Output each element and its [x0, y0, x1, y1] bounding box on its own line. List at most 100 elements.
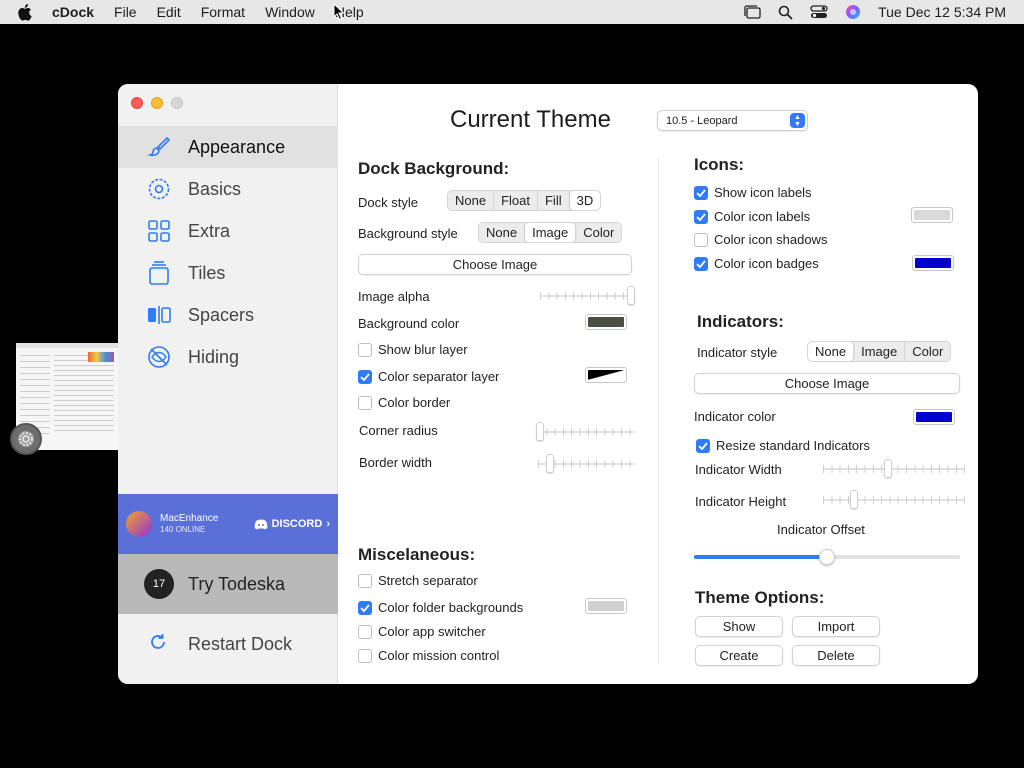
dock-style-float[interactable]: Float	[494, 191, 538, 210]
slider-knob[interactable]	[884, 459, 892, 478]
slider-knob[interactable]	[819, 549, 835, 565]
indicator-height-slider[interactable]	[823, 490, 965, 509]
minimize-button[interactable]	[151, 97, 163, 109]
dock-style-3d[interactable]: 3D	[569, 191, 601, 210]
menu-file[interactable]: File	[114, 4, 137, 20]
sidebar: Appearance Basics Extra Tiles Spacers Hi…	[118, 84, 338, 684]
todeska-label: Try Todeska	[188, 573, 286, 594]
image-alpha-slider[interactable]	[540, 286, 635, 305]
show-icon-labels-checkbox[interactable]: Show icon labels	[694, 185, 812, 200]
bg-style-none[interactable]: None	[479, 223, 526, 242]
stretch-separator-checkbox[interactable]: Stretch separator	[358, 573, 478, 588]
checkbox-label: Stretch separator	[378, 573, 478, 588]
delete-theme-button[interactable]: Delete	[792, 645, 880, 666]
theme-select[interactable]: 10.5 - Leopard ▲ ▼	[657, 110, 808, 131]
color-icon-badges-checkbox[interactable]: Color icon badges	[694, 256, 819, 271]
zoom-button[interactable]	[171, 97, 183, 109]
sidebar-nav: Appearance Basics Extra Tiles Spacers Hi…	[118, 126, 338, 378]
color-mission-control-checkbox[interactable]: Color mission control	[358, 648, 499, 663]
menu-app-name[interactable]: cDock	[52, 4, 94, 20]
icon-badge-color-well[interactable]	[912, 255, 954, 271]
indicator-color-label: Indicator color	[694, 409, 776, 424]
indicator-style-color[interactable]: Color	[905, 342, 950, 361]
sidebar-item-basics[interactable]: Basics	[118, 168, 338, 210]
sidebar-item-spacers[interactable]: Spacers	[118, 294, 338, 336]
dock-background-heading: Dock Background:	[358, 159, 510, 178]
color-folder-backgrounds-checkbox[interactable]: Color folder backgrounds	[358, 600, 523, 615]
thumbnail-titlebar	[16, 343, 118, 348]
indicator-offset-slider[interactable]	[694, 549, 960, 565]
sidebar-item-tiles[interactable]: Tiles	[118, 252, 338, 294]
slider-knob[interactable]	[850, 490, 858, 509]
indicator-width-slider[interactable]	[823, 459, 965, 478]
close-button[interactable]	[131, 97, 143, 109]
tiles-icon	[146, 260, 172, 286]
slider-knob[interactable]	[627, 286, 635, 305]
resize-standard-indicators-checkbox[interactable]: Resize standard Indicators	[696, 438, 870, 453]
sidebar-item-label: Spacers	[188, 304, 255, 325]
mouse-cursor-icon	[333, 2, 345, 26]
checkmark-icon	[358, 369, 372, 384]
bg-style-image[interactable]: Image	[525, 223, 577, 242]
border-width-slider[interactable]	[538, 454, 634, 473]
icon-label-color-well[interactable]	[911, 207, 953, 223]
indicator-color-well[interactable]	[913, 409, 955, 425]
bg-style-color[interactable]: Color	[576, 223, 621, 242]
indicator-style-image[interactable]: Image	[854, 342, 906, 361]
sidebar-item-hiding[interactable]: Hiding	[118, 336, 338, 378]
promo-name: MacEnhance	[160, 513, 219, 524]
border-width-label: Border width	[359, 455, 432, 470]
folder-color-well[interactable]	[585, 598, 627, 614]
sidebar-item-label: Extra	[188, 220, 231, 241]
corner-radius-label: Corner radius	[359, 423, 438, 438]
indicators-heading: Indicators:	[697, 312, 784, 331]
sidebar-item-appearance[interactable]: Appearance	[118, 126, 338, 168]
color-app-switcher-checkbox[interactable]: Color app switcher	[358, 624, 486, 639]
slider-knob[interactable]	[536, 422, 544, 441]
menu-clock[interactable]: Tue Dec 12 5:34 PM	[878, 4, 1006, 20]
indicator-offset-label: Indicator Offset	[777, 522, 865, 537]
window-controls	[131, 97, 183, 109]
macenhance-logo-icon	[126, 511, 152, 537]
show-theme-button[interactable]: Show	[695, 616, 783, 637]
separator-color-well[interactable]	[585, 367, 627, 383]
color-icon-shadows-checkbox[interactable]: Color icon shadows	[694, 232, 827, 247]
apple-menu-icon[interactable]	[18, 3, 38, 21]
dock-choose-image-button[interactable]: Choose Image	[358, 254, 632, 275]
color-border-checkbox[interactable]: Color border	[358, 395, 450, 410]
checkmark-icon	[694, 256, 708, 271]
indicator-choose-image-button[interactable]: Choose Image	[694, 373, 960, 394]
checkmark-icon	[358, 600, 372, 615]
control-center-icon[interactable]	[810, 5, 828, 19]
checkmark-icon	[694, 209, 708, 224]
color-separator-layer-checkbox[interactable]: Color separator layer	[358, 369, 499, 384]
grid-icon	[146, 218, 172, 244]
menu-format[interactable]: Format	[201, 4, 245, 20]
menu-edit[interactable]: Edit	[157, 4, 181, 20]
discord-promo-banner[interactable]: MacEnhance 140 ONLINE DISCORD ›	[118, 494, 338, 554]
spotlight-search-icon[interactable]	[778, 5, 793, 20]
menu-window[interactable]: Window	[265, 4, 315, 20]
try-todeska-button[interactable]: 17 Try Todeska	[118, 554, 338, 614]
promo-online-count: 140 ONLINE	[160, 525, 206, 534]
color-icon-labels-checkbox[interactable]: Color icon labels	[694, 209, 810, 224]
show-blur-layer-checkbox[interactable]: Show blur layer	[358, 342, 468, 357]
checkbox-label: Show icon labels	[714, 185, 812, 200]
stage-manager-icon[interactable]	[743, 5, 761, 19]
create-theme-button[interactable]: Create	[695, 645, 783, 666]
import-theme-button[interactable]: Import	[792, 616, 880, 637]
checkbox-label: Color icon badges	[714, 256, 819, 271]
siri-icon[interactable]	[845, 4, 861, 20]
dock-style-fill[interactable]: Fill	[538, 191, 570, 210]
discord-link[interactable]: DISCORD ›	[254, 518, 330, 530]
indicator-style-none[interactable]: None	[808, 342, 855, 361]
checkbox-label: Color border	[378, 395, 451, 410]
restart-dock-button[interactable]: Restart Dock	[118, 624, 338, 664]
system-settings-icon[interactable]	[10, 423, 42, 455]
cdock-window: Appearance Basics Extra Tiles Spacers Hi…	[118, 84, 978, 684]
sidebar-item-extra[interactable]: Extra	[118, 210, 338, 252]
dock-style-none[interactable]: None	[448, 191, 495, 210]
background-color-well[interactable]	[585, 314, 627, 330]
corner-radius-slider[interactable]	[536, 422, 634, 441]
slider-knob[interactable]	[546, 454, 554, 473]
